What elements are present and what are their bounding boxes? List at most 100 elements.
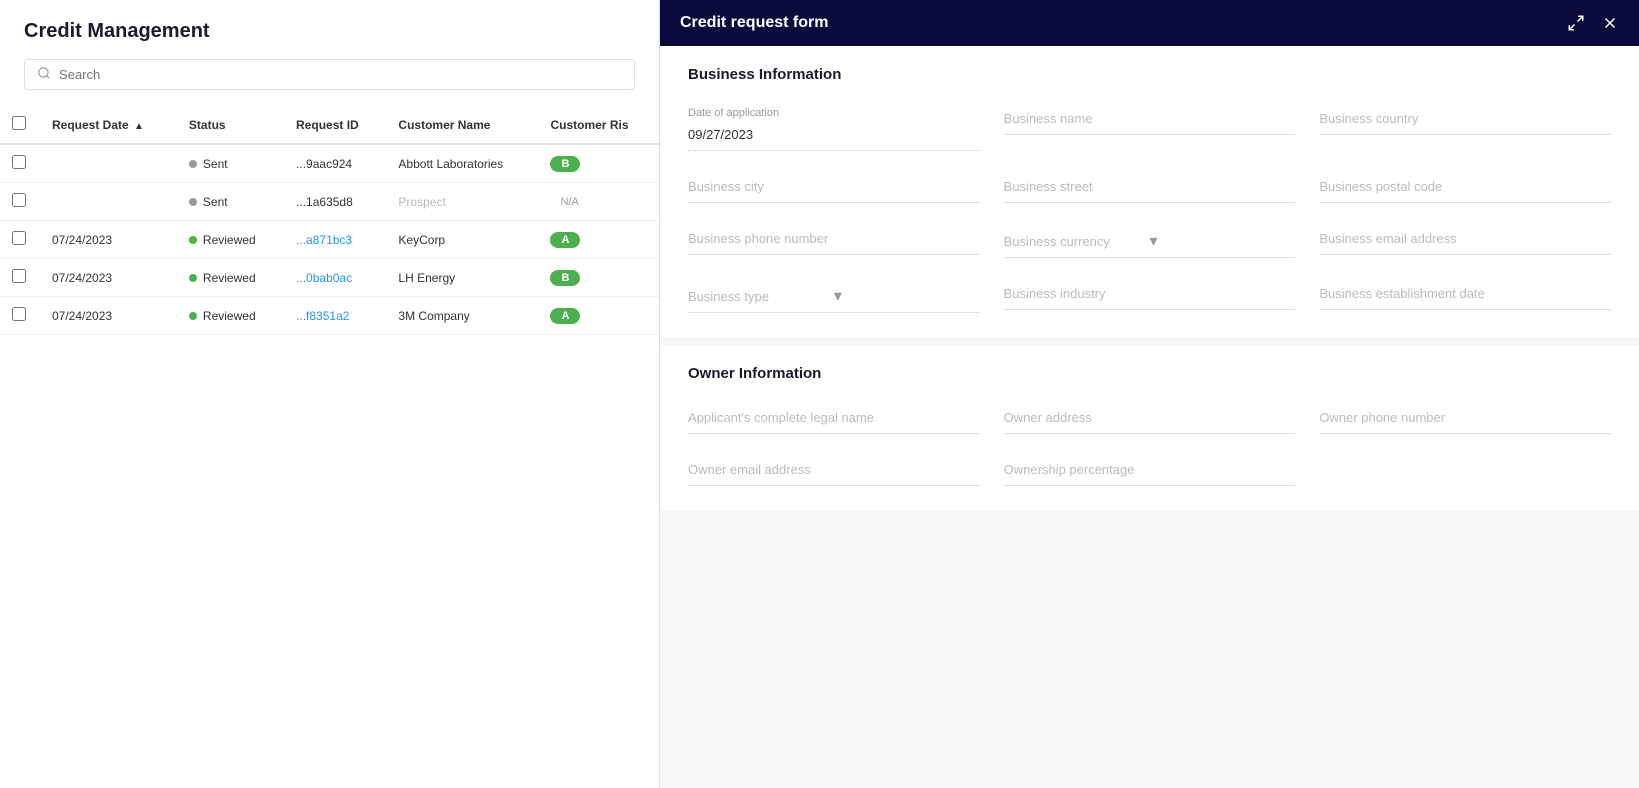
status-dot-icon — [189, 312, 197, 320]
cell-risk: B — [538, 259, 659, 297]
row-checkbox[interactable] — [12, 231, 26, 245]
date-of-application-value[interactable]: 09/27/2023 — [688, 123, 980, 151]
status-label: Reviewed — [203, 233, 256, 247]
date-of-application-field: Date of application 09/27/2023 — [688, 107, 980, 151]
search-input[interactable] — [59, 67, 622, 82]
ownership-percentage-placeholder[interactable]: Ownership percentage — [1004, 458, 1296, 486]
row-checkbox[interactable] — [12, 193, 26, 207]
row-checkbox[interactable] — [12, 307, 26, 321]
modal-header: Credit request form — [660, 0, 1639, 46]
business-name-placeholder[interactable]: Business name — [1004, 107, 1296, 135]
risk-badge: A — [550, 232, 580, 248]
row-checkbox[interactable] — [12, 269, 26, 283]
table-container: Request Date ▲ Status Request ID Custome… — [0, 106, 659, 788]
business-type-placeholder: Business type — [688, 289, 834, 304]
close-button[interactable] — [1601, 14, 1619, 32]
cell-date: 07/24/2023 — [40, 259, 177, 297]
select-all-checkbox[interactable] — [12, 116, 26, 130]
status-label: Reviewed — [203, 271, 256, 285]
business-street-field: Business street — [1004, 175, 1296, 203]
risk-badge: B — [550, 270, 580, 286]
cell-request-id: ...9aac924 — [284, 144, 386, 183]
cell-status: Sent — [177, 144, 284, 183]
business-industry-field: Business industry — [1004, 282, 1296, 313]
status-label: Sent — [203, 195, 228, 209]
business-currency-placeholder: Business currency — [1004, 234, 1150, 249]
business-email-field: Business email address — [1319, 227, 1611, 258]
cell-customer-name: 3M Company — [386, 297, 538, 335]
cell-request-id[interactable]: ...f8351a2 — [284, 297, 386, 335]
business-name-field: Business name — [1004, 107, 1296, 151]
request-id-link[interactable]: ...0bab0ac — [296, 271, 352, 285]
cell-risk: A — [538, 297, 659, 335]
business-phone-field: Business phone number — [688, 227, 980, 258]
col-request-date[interactable]: Request Date ▲ — [40, 106, 177, 144]
cell-risk: A — [538, 221, 659, 259]
status-dot-icon — [189, 236, 197, 244]
table-row: Sent ...1a635d8Prospect N/A — [0, 183, 659, 221]
applicant-legal-name-field: Applicant's complete legal name — [688, 406, 980, 434]
business-section-title: Business Information — [688, 66, 1611, 83]
col-request-id: Request ID — [284, 106, 386, 144]
dropdown-arrow-icon-2: ▾ — [834, 286, 980, 306]
business-email-placeholder[interactable]: Business email address — [1319, 227, 1611, 255]
table-row: Sent...9aac924Abbott LaboratoriesB — [0, 144, 659, 183]
cell-status: Reviewed — [177, 221, 284, 259]
request-id-link[interactable]: ...a871bc3 — [296, 233, 352, 247]
page-title: Credit Management — [0, 0, 659, 59]
expand-button[interactable] — [1567, 14, 1585, 32]
business-street-placeholder[interactable]: Business street — [1004, 175, 1296, 203]
modal-title: Credit request form — [680, 14, 828, 32]
business-city-placeholder[interactable]: Business city — [688, 175, 980, 203]
cell-customer-name: Prospect — [386, 183, 538, 221]
owner-email-field: Owner email address — [688, 458, 980, 486]
status-dot-icon — [189, 198, 197, 206]
request-id-link[interactable]: ...f8351a2 — [296, 309, 349, 323]
cell-date: 07/24/2023 — [40, 221, 177, 259]
cell-risk: B — [538, 144, 659, 183]
owner-phone-field: Owner phone number — [1319, 406, 1611, 434]
status-dot-icon — [189, 274, 197, 282]
cell-request-id: ...1a635d8 — [284, 183, 386, 221]
cell-date: 07/24/2023 — [40, 297, 177, 335]
ownership-percentage-field: Ownership percentage — [1004, 458, 1296, 486]
owner-phone-placeholder[interactable]: Owner phone number — [1319, 406, 1611, 434]
business-currency-field: Business currency ▾ — [1004, 227, 1296, 258]
col-checkbox — [0, 106, 40, 144]
risk-badge: N/A — [550, 194, 588, 210]
business-city-field: Business city — [688, 175, 980, 203]
table-row: 07/24/2023Reviewed...0bab0acLH EnergyB — [0, 259, 659, 297]
owner-email-placeholder[interactable]: Owner email address — [688, 458, 980, 486]
col-status: Status — [177, 106, 284, 144]
status-label: Reviewed — [203, 309, 256, 323]
business-type-field: Business type ▾ — [688, 282, 980, 313]
modal-body: Business Information Date of application… — [660, 46, 1639, 788]
left-panel: Credit Management Request Date ▲ Status … — [0, 0, 660, 788]
dropdown-arrow-icon: ▾ — [1150, 231, 1296, 251]
row-checkbox[interactable] — [12, 155, 26, 169]
business-industry-placeholder[interactable]: Business industry — [1004, 282, 1296, 310]
business-country-placeholder[interactable]: Business country — [1319, 107, 1611, 135]
search-bar — [24, 59, 635, 90]
cell-request-id[interactable]: ...0bab0ac — [284, 259, 386, 297]
search-icon — [37, 66, 51, 83]
cell-request-id[interactable]: ...a871bc3 — [284, 221, 386, 259]
status-label: Sent — [203, 157, 228, 171]
owner-address-field: Owner address — [1004, 406, 1296, 434]
sort-arrow-icon: ▲ — [134, 121, 144, 132]
business-establishment-date-placeholder[interactable]: Business establishment date — [1319, 282, 1611, 310]
applicant-legal-name-placeholder[interactable]: Applicant's complete legal name — [688, 406, 980, 434]
table-row: 07/24/2023 Reviewed ...f8351a2 3M CompanyA — [0, 297, 659, 335]
cell-status: Reviewed — [177, 259, 284, 297]
owner-form-grid: Applicant's complete legal name Owner ad… — [688, 406, 1611, 486]
col-customer-risk: Customer Ris — [538, 106, 659, 144]
owner-address-placeholder[interactable]: Owner address — [1004, 406, 1296, 434]
business-type-dropdown[interactable]: Business type ▾ — [688, 282, 980, 313]
business-establishment-date-field: Business establishment date — [1319, 282, 1611, 313]
business-currency-dropdown[interactable]: Business currency ▾ — [1004, 227, 1296, 258]
risk-badge: B — [550, 156, 580, 172]
status-dot-icon — [189, 160, 197, 168]
business-phone-placeholder[interactable]: Business phone number — [688, 227, 980, 255]
owner-info-section: Owner Information Applicant's complete l… — [660, 345, 1639, 510]
business-postal-code-placeholder[interactable]: Business postal code — [1319, 175, 1611, 203]
